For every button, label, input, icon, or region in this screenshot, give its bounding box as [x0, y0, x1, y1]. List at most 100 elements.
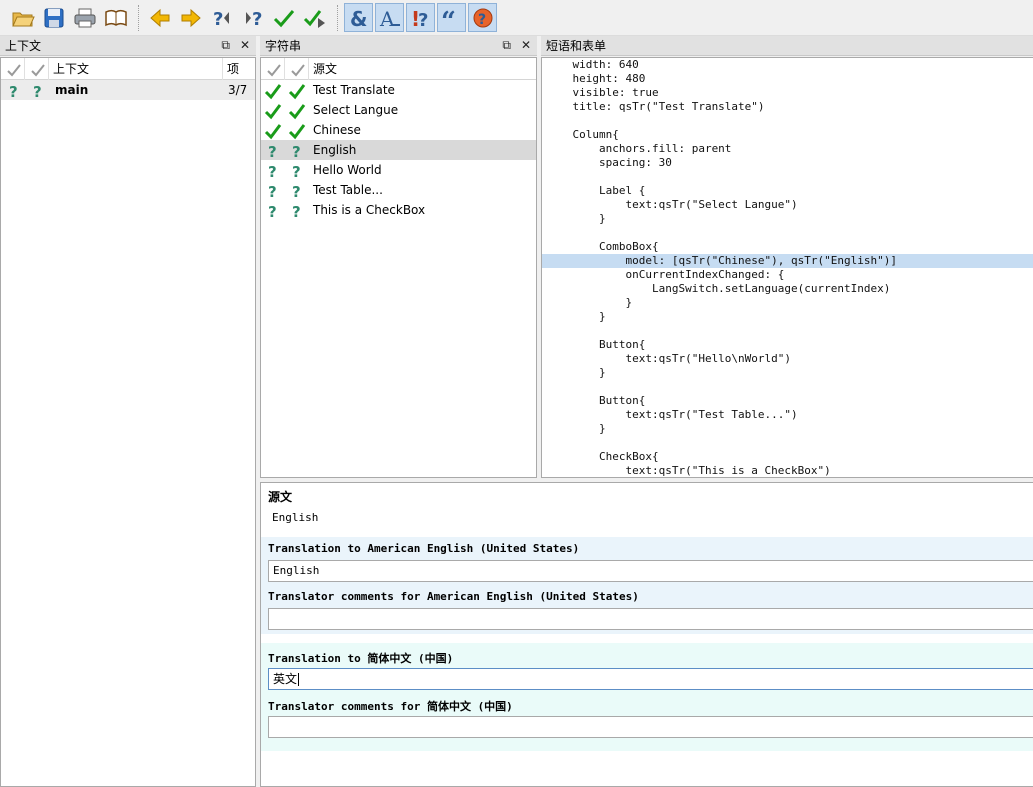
float-icon[interactable]: ⧉ [221, 38, 230, 53]
code-line: anchors.fill: parent [546, 142, 732, 155]
question-icon: ? [264, 162, 282, 181]
svg-text:?: ? [33, 83, 42, 100]
string-row[interactable]: Test Translate [261, 80, 536, 100]
phrase-validation-icon[interactable]: !? [406, 3, 435, 32]
arrow-left-icon[interactable] [145, 3, 174, 32]
string-source-text: Hello World [313, 163, 382, 177]
close-icon[interactable]: ✕ [240, 38, 250, 53]
svg-text:?: ? [292, 143, 301, 160]
code-line: spacing: 30 [546, 156, 672, 169]
accepted-column-header[interactable] [25, 58, 49, 80]
string-row[interactable]: ?? Hello World [261, 160, 536, 181]
check-gray-icon [29, 61, 47, 79]
translation-zh-value: 英文 [273, 672, 298, 686]
check-icon [288, 82, 306, 100]
phrases-panel-title: 短语和表单 [541, 36, 1033, 56]
check-icon [288, 122, 306, 140]
svg-text:?: ? [268, 163, 277, 180]
string-row[interactable]: Chinese [261, 120, 536, 140]
code-line: CheckBox{ [546, 450, 659, 463]
comments-en-field[interactable] [268, 608, 1033, 630]
context-items-header[interactable]: 项 [223, 58, 255, 80]
question-icon: ? [264, 202, 282, 221]
code-line: text:qsTr("Hello\nWorld") [546, 352, 792, 365]
open-folder-icon[interactable] [8, 3, 37, 32]
arrow-right-icon[interactable] [176, 3, 205, 32]
svg-text:?: ? [213, 9, 223, 30]
question-icon: ? [264, 182, 282, 201]
code-line: height: 480 [546, 72, 646, 85]
svg-text:?: ? [418, 10, 428, 30]
code-line: } [546, 310, 606, 323]
source-column-header[interactable]: 源文 [309, 58, 536, 80]
translation-zh-field[interactable]: 英文 [268, 668, 1033, 690]
strings-list: 源文 Test Translate Select Langue Chinese?? E… [260, 57, 537, 478]
done-column-header[interactable] [1, 58, 25, 80]
print-icon[interactable] [70, 3, 99, 32]
placeholder-validation-icon[interactable]: ? [468, 3, 497, 32]
code-line: } [546, 212, 606, 225]
code-line: Column{ [546, 128, 619, 141]
check-icon [264, 122, 282, 140]
main-toolbar: ? ? & A !? “ ? [0, 0, 1033, 36]
punctuation-validation-icon[interactable]: A [375, 3, 404, 32]
svg-text:“: “ [441, 7, 456, 30]
string-row[interactable]: ?? English [261, 140, 536, 161]
context-name-header[interactable]: 上下文 [49, 58, 223, 80]
check-icon [264, 82, 282, 100]
question-icon: ? [288, 182, 306, 201]
svg-text:?: ? [268, 143, 277, 160]
done-and-next-icon[interactable] [300, 3, 329, 32]
svg-text:?: ? [268, 183, 277, 200]
check-gray-icon [5, 61, 23, 79]
comments-zh-label: Translator comments for 简体中文 (中国) [268, 700, 513, 713]
code-line: ComboBox{ [546, 240, 659, 253]
done-column-header[interactable] [261, 58, 285, 80]
svg-text:?: ? [478, 12, 486, 28]
svg-text:A: A [379, 7, 395, 30]
strings-panel-title-text: 字符串 [265, 39, 302, 53]
code-line: text:qsTr("Test Table...") [546, 408, 798, 421]
string-row[interactable]: ?? This is a CheckBox [261, 200, 536, 221]
phrasebook-icon[interactable] [101, 3, 130, 32]
question-icon: ? [264, 142, 282, 161]
svg-text:?: ? [252, 9, 262, 30]
toolbar-separator [337, 4, 338, 31]
quote-validation-icon[interactable]: “ [437, 3, 466, 32]
accelerator-validation-icon[interactable]: & [344, 3, 373, 32]
code-line: visible: true [546, 86, 659, 99]
context-count: 3/7 [228, 83, 248, 97]
prev-unfinished-icon[interactable]: ? [207, 3, 236, 32]
accepted-column-header[interactable] [285, 58, 309, 80]
code-line: Label { [546, 184, 646, 197]
next-unfinished-icon[interactable]: ? [238, 3, 267, 32]
svg-text:?: ? [9, 83, 18, 100]
string-row[interactable]: ?? Test Table... [261, 180, 536, 201]
close-icon[interactable]: ✕ [521, 38, 531, 53]
save-icon[interactable] [39, 3, 68, 32]
code-line: width: 640 [546, 58, 639, 71]
string-source-text: Select Langue [313, 103, 399, 117]
comments-zh-field[interactable] [268, 716, 1033, 738]
translation-en-field[interactable]: English [268, 560, 1033, 582]
string-row[interactable]: Select Langue [261, 100, 536, 120]
string-source-text: This is a CheckBox [313, 203, 426, 217]
source-code-view[interactable]: width: 640 height: 480 visible: true tit… [541, 57, 1033, 478]
source-label: 源文 [268, 490, 293, 504]
context-row-main[interactable]: ? ? main 3/7 [1, 80, 255, 101]
check-gray-icon [265, 61, 283, 79]
string-source-text: Test Table... [313, 183, 383, 197]
svg-text:?: ? [268, 203, 277, 220]
float-icon[interactable]: ⧉ [502, 38, 511, 53]
done-icon[interactable] [269, 3, 298, 32]
question-icon: ? [5, 82, 23, 101]
check-icon [264, 102, 282, 120]
check-gray-icon [289, 61, 307, 79]
context-header: 上下文 项 [1, 58, 255, 80]
strings-rows: Test Translate Select Langue Chinese?? Engl… [261, 80, 536, 221]
code-line: model: [qsTr("Chinese"), qsTr("English")… [542, 254, 1033, 268]
question-icon: ? [288, 162, 306, 181]
